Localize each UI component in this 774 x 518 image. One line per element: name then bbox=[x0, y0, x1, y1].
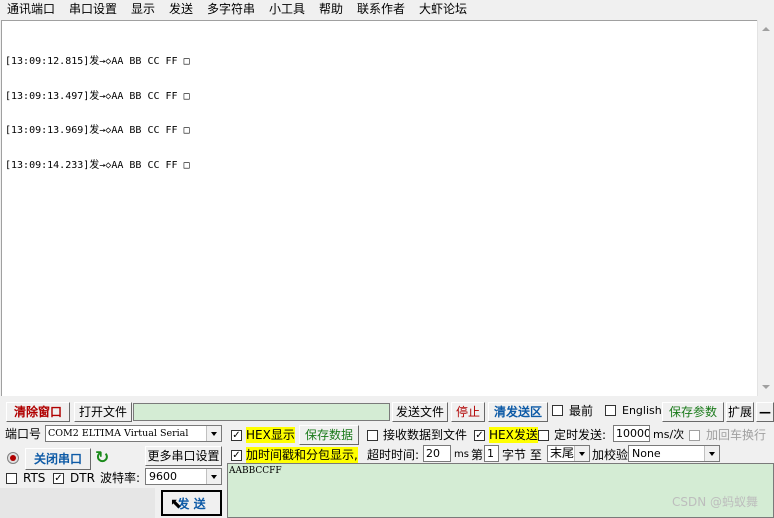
scroll-up-icon[interactable] bbox=[762, 27, 770, 31]
receive-scrollbar[interactable] bbox=[757, 20, 774, 396]
baud-label: 波特率: bbox=[100, 471, 141, 485]
watermark: CSDN @蚂蚁舞 bbox=[671, 495, 758, 509]
stop-button[interactable]: 停止 bbox=[451, 402, 485, 422]
cursor-icon: ⬉ bbox=[170, 496, 182, 512]
end-select-value: 末尾 bbox=[550, 446, 575, 460]
english-checkbox[interactable] bbox=[605, 405, 616, 416]
chevron-down-icon[interactable] bbox=[206, 469, 221, 484]
chevron-down-icon[interactable] bbox=[704, 446, 719, 461]
end-select[interactable]: 末尾 bbox=[547, 445, 590, 462]
chevron-down-icon[interactable] bbox=[206, 426, 221, 441]
dtr-label: DTR bbox=[70, 471, 95, 485]
menu-bar: 通讯端口 串口设置 显示 发送 多字符串 小工具 帮助 联系作者 大虾论坛 bbox=[0, 0, 774, 19]
file-path-field[interactable] bbox=[133, 403, 390, 421]
interval-unit: ms/次 bbox=[653, 428, 685, 441]
rts-label: RTS bbox=[23, 471, 46, 485]
english-label: English bbox=[622, 404, 662, 417]
blurred-region bbox=[0, 488, 155, 518]
timed-send-checkbox[interactable] bbox=[538, 430, 549, 441]
timeout-unit: ms bbox=[454, 449, 469, 460]
send-text: AABBCCFF bbox=[229, 466, 282, 476]
send-file-button[interactable]: 发送文件 bbox=[392, 402, 448, 422]
timed-send-label: 定时发送: bbox=[554, 428, 607, 442]
menu-display[interactable]: 显示 bbox=[131, 1, 155, 18]
port-status-icon bbox=[7, 452, 19, 464]
add-crlf-label: 加回车换行 bbox=[706, 428, 767, 442]
log-line: [13:09:12.815]发→◇AA BB CC FF □ bbox=[5, 56, 190, 67]
save-data-button[interactable]: 保存数据 bbox=[299, 425, 359, 445]
menu-forum[interactable]: 大虾论坛 bbox=[419, 1, 467, 18]
scroll-down-icon[interactable] bbox=[762, 385, 770, 389]
clear-send-button[interactable]: 清发送区 bbox=[488, 402, 548, 422]
timestamp-label: 加时间戳和分包显示, bbox=[246, 447, 358, 463]
menu-contact-author[interactable]: 联系作者 bbox=[357, 1, 405, 18]
add-crlf-checkbox[interactable] bbox=[689, 430, 700, 441]
checksum-label: 加校验 bbox=[592, 448, 629, 462]
interval-input[interactable]: 10000 bbox=[613, 425, 650, 442]
dtr-checkbox[interactable]: ✓ bbox=[53, 473, 64, 484]
checksum-select-value: None bbox=[632, 447, 661, 460]
hex-send-label: HEX发送 bbox=[489, 427, 538, 443]
port-select-value: COM2 ELTIMA Virtual Serial bbox=[48, 428, 189, 439]
timeout-label: 超时时间: bbox=[367, 448, 420, 462]
open-file-button[interactable]: 打开文件 bbox=[74, 402, 132, 422]
receive-area[interactable]: [13:09:12.815]发→◇AA BB CC FF □ [13:09:13… bbox=[1, 20, 774, 396]
timeout-input[interactable]: 20 bbox=[423, 445, 451, 462]
menu-tools[interactable]: 小工具 bbox=[269, 1, 305, 18]
close-port-button[interactable]: 关闭串口 bbox=[25, 448, 91, 470]
hex-display-label: HEX显示 bbox=[246, 427, 295, 443]
rts-checkbox[interactable] bbox=[6, 473, 17, 484]
toolbar: 清除窗口 打开文件 发送文件 停止 清发送区 最前 English 保存参数 扩… bbox=[0, 401, 774, 423]
topmost-label: 最前 bbox=[569, 404, 594, 418]
byte-index-input[interactable]: 1 bbox=[484, 445, 499, 462]
menu-comm-port[interactable]: 通讯端口 bbox=[7, 1, 55, 18]
receive-log: [13:09:12.815]发→◇AA BB CC FF □ [13:09:13… bbox=[5, 33, 190, 194]
menu-serial-settings[interactable]: 串口设置 bbox=[69, 1, 117, 18]
menu-send[interactable]: 发送 bbox=[169, 1, 193, 18]
receive-to-file-checkbox[interactable] bbox=[367, 430, 378, 441]
save-params-button[interactable]: 保存参数 bbox=[662, 402, 724, 422]
baud-select[interactable]: 9600 bbox=[145, 468, 222, 485]
topmost-checkbox[interactable] bbox=[552, 405, 563, 416]
expand-button[interactable]: 扩展 bbox=[726, 402, 754, 422]
checksum-select[interactable]: None bbox=[628, 445, 720, 462]
log-line: [13:09:13.497]发→◇AA BB CC FF □ bbox=[5, 90, 190, 102]
receive-to-file-label: 接收数据到文件 bbox=[383, 428, 468, 442]
baud-select-value: 9600 bbox=[149, 470, 177, 483]
port-label: 端口号 bbox=[5, 427, 42, 441]
chevron-down-icon[interactable] bbox=[574, 446, 589, 461]
port-select[interactable]: COM2 ELTIMA Virtual Serial bbox=[45, 425, 222, 442]
collapse-button[interactable]: — bbox=[756, 402, 774, 422]
timestamp-checkbox[interactable]: ✓ bbox=[231, 450, 242, 461]
log-line: [13:09:14.233]发→◇AA BB CC FF □ bbox=[5, 159, 190, 171]
menu-help[interactable]: 帮助 bbox=[319, 1, 343, 18]
byte-prefix-label: 第 bbox=[471, 448, 484, 462]
log-line: [13:09:13.969]发→◇AA BB CC FF □ bbox=[5, 125, 190, 136]
menu-multi-string[interactable]: 多字符串 bbox=[207, 1, 255, 18]
hex-send-checkbox[interactable]: ✓ bbox=[474, 430, 485, 441]
more-settings-button[interactable]: 更多串口设置 bbox=[145, 446, 222, 466]
refresh-icon[interactable]: ↻ bbox=[95, 448, 109, 468]
clear-window-button[interactable]: 清除窗口 bbox=[6, 402, 70, 422]
hex-display-checkbox[interactable]: ✓ bbox=[231, 430, 242, 441]
byte-range-label: 字节 至 bbox=[502, 448, 542, 462]
